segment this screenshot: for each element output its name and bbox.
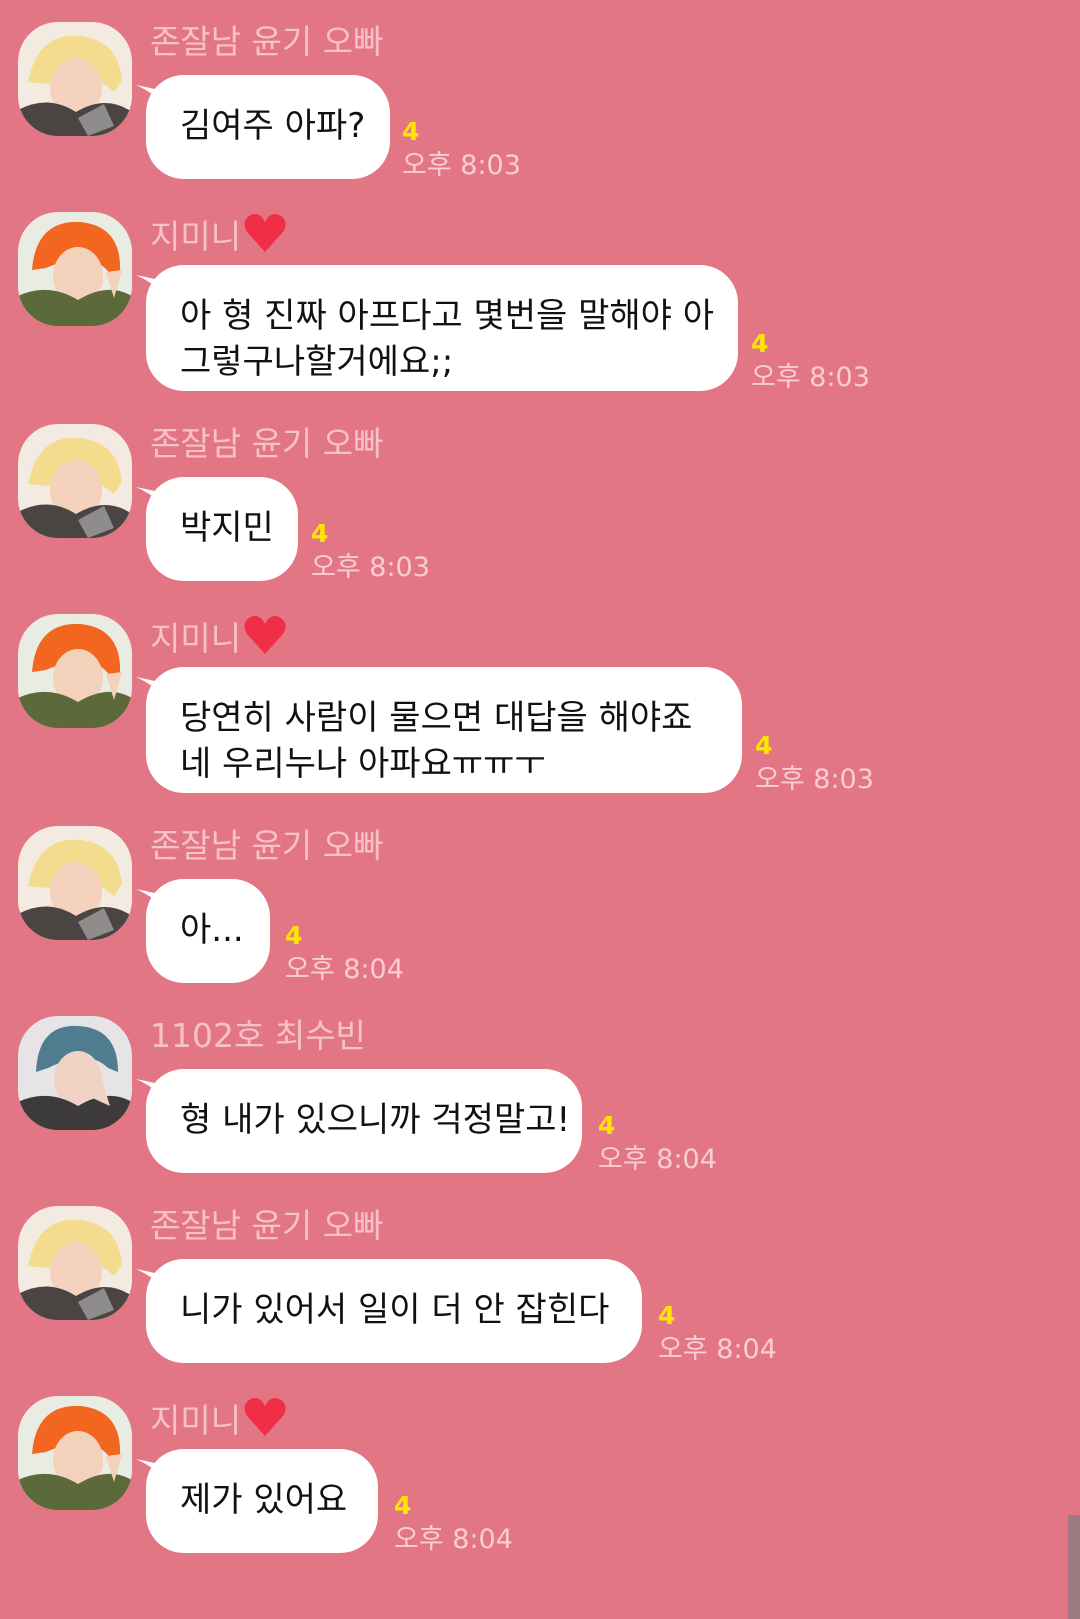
profile-avatar-yoongi[interactable] xyxy=(18,1206,132,1320)
profile-avatar-jimin[interactable] xyxy=(18,1396,132,1510)
bubble-tail xyxy=(136,85,170,109)
sender-name-text: 1102호 최수빈 xyxy=(150,1016,366,1055)
heart-icon xyxy=(244,1398,286,1436)
message-meta: 4 오후 8:03 xyxy=(755,732,874,798)
message-text: 형 내가 있으니까 걱정말고! xyxy=(180,1100,571,1140)
sender-name-text: 존잘남 윤기 오빠 xyxy=(150,1206,384,1245)
unread-count: 4 xyxy=(402,117,420,146)
profile-avatar-jimin[interactable] xyxy=(18,212,132,326)
sender-name-text: 존잘남 윤기 오빠 xyxy=(150,22,384,61)
unread-count: 4 xyxy=(755,731,773,760)
unread-count: 4 xyxy=(751,329,769,358)
chat-area[interactable]: 존잘남 윤기 오빠 김여주 아파? 4 오후 8:03 지미니 아 형 진짜 아… xyxy=(0,0,1080,1619)
message-bubble[interactable]: 니가 있어서 일이 더 안 잡힌다 xyxy=(136,1259,642,1363)
bubble-tail xyxy=(136,487,170,511)
message-meta: 4 오후 8:04 xyxy=(394,1492,513,1558)
message-time: 오후 8:03 xyxy=(402,150,521,181)
profile-avatar-soobin[interactable] xyxy=(18,1016,132,1130)
message-text-line: 네 우리누나 아파요ㅠㅠㅜ xyxy=(180,744,546,784)
message-time: 오후 8:04 xyxy=(658,1334,777,1365)
message-meta: 4 오후 8:04 xyxy=(285,922,404,988)
sender-name-text: 존잘남 윤기 오빠 xyxy=(150,826,384,865)
message-text-line: 당연히 사람이 물으면 대답을 해야죠 xyxy=(180,698,693,738)
sender-name: 1102호 최수빈 xyxy=(150,1016,366,1056)
message-text: 김여주 아파? xyxy=(180,106,366,146)
message-bubble[interactable]: 아... xyxy=(136,879,270,983)
unread-count: 4 xyxy=(658,1301,676,1330)
message-bubble[interactable]: 박지민 xyxy=(136,477,298,581)
message-time: 오후 8:03 xyxy=(311,552,430,583)
unread-count: 4 xyxy=(394,1491,412,1520)
message-time: 오후 8:03 xyxy=(755,764,874,795)
unread-count: 4 xyxy=(285,921,303,950)
message-meta: 4 오후 8:03 xyxy=(751,330,870,396)
unread-count: 4 xyxy=(598,1111,616,1140)
bubble-tail xyxy=(136,677,170,701)
bubble-tail xyxy=(136,1079,170,1103)
message-time: 오후 8:04 xyxy=(598,1144,717,1175)
message-bubble[interactable]: 김여주 아파? xyxy=(136,75,390,179)
bubble-tail xyxy=(136,889,170,913)
profile-avatar-jimin[interactable] xyxy=(18,614,132,728)
sender-name: 존잘남 윤기 오빠 xyxy=(150,424,384,464)
message-text: 니가 있어서 일이 더 안 잡힌다 xyxy=(180,1290,610,1330)
sender-name-text: 존잘남 윤기 오빠 xyxy=(150,424,384,463)
message-meta: 4 오후 8:03 xyxy=(402,118,521,184)
heart-icon xyxy=(244,616,286,654)
message-text: 제가 있어요 xyxy=(180,1480,348,1520)
sender-name-text: 지미니 xyxy=(150,1401,242,1440)
message-bubble[interactable]: 당연히 사람이 물으면 대답을 해야죠 네 우리누나 아파요ㅠㅠㅜ xyxy=(136,667,742,793)
message-text: 박지민 xyxy=(180,508,274,548)
bubble-tail xyxy=(136,1459,170,1483)
sender-name: 존잘남 윤기 오빠 xyxy=(150,22,384,62)
bubble-tail xyxy=(136,1269,170,1293)
message-bubble[interactable]: 제가 있어요 xyxy=(136,1449,378,1553)
sender-name-text: 지미니 xyxy=(150,217,242,256)
profile-avatar-yoongi[interactable] xyxy=(18,424,132,538)
message-meta: 4 오후 8:04 xyxy=(658,1302,777,1368)
bubble-tail xyxy=(136,275,170,299)
profile-avatar-yoongi[interactable] xyxy=(18,826,132,940)
sender-name: 지미니 xyxy=(150,1396,287,1441)
unread-count: 4 xyxy=(311,519,329,548)
message-text-line: 그렇구나할거에요;; xyxy=(180,342,454,382)
message-time: 오후 8:03 xyxy=(751,362,870,393)
scrollbar-thumb[interactable] xyxy=(1068,1515,1080,1619)
message-bubble[interactable]: 아 형 진짜 아프다고 몇번을 말해야 아 그렇구나할거에요;; xyxy=(136,265,738,391)
message-text-line: 아 형 진짜 아프다고 몇번을 말해야 아 xyxy=(180,296,715,336)
message-time: 오후 8:04 xyxy=(285,954,404,985)
sender-name: 지미니 xyxy=(150,212,287,257)
message-time: 오후 8:04 xyxy=(394,1524,513,1555)
message-bubble[interactable]: 형 내가 있으니까 걱정말고! xyxy=(136,1069,582,1173)
message-meta: 4 오후 8:04 xyxy=(598,1112,717,1178)
sender-name: 지미니 xyxy=(150,614,287,659)
heart-icon xyxy=(244,214,286,252)
sender-name: 존잘남 윤기 오빠 xyxy=(150,826,384,866)
message-meta: 4 오후 8:03 xyxy=(311,520,430,586)
message-text: 아... xyxy=(180,910,244,950)
sender-name-text: 지미니 xyxy=(150,619,242,658)
profile-avatar-yoongi[interactable] xyxy=(18,22,132,136)
sender-name: 존잘남 윤기 오빠 xyxy=(150,1206,384,1246)
